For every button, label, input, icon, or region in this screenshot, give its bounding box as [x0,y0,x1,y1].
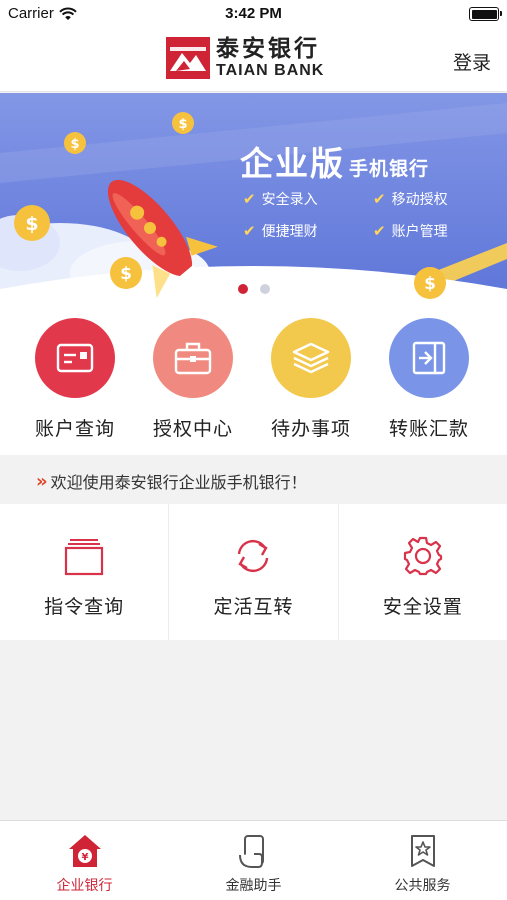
deposit-transfer-label: 定活互转 [213,596,294,618]
check-icon: ✔ [243,222,256,240]
quick-action-account-query[interactable]: 账户查询 [16,303,134,455]
tool-instruction-query[interactable]: 指令查询 [0,504,170,640]
logo-english-name: TAIAN BANK [216,62,325,79]
tab-public-services-label: 公共服务 [394,878,451,894]
tab-finance-assistant[interactable]: 金融助手 [169,821,338,900]
layers-icon [292,342,330,374]
document-stack-icon [65,539,104,576]
svg-text:$: $ [178,117,187,132]
status-bar: Carrier 3:42 PM [0,0,507,28]
authorization-circle [153,318,233,398]
feature-item: ✔ 安全录入 [243,190,318,208]
tab-public-services[interactable]: 公共服务 [338,821,507,900]
logo-mark-icon [166,37,210,79]
security-settings-label: 安全设置 [382,596,463,618]
account-query-circle [35,318,115,398]
phone-hand-icon [238,835,264,868]
welcome-text: 欢迎使用泰安银行企业版手机银行！ [50,473,307,492]
card-icon [56,343,94,373]
account-query-label: 账户查询 [34,418,115,440]
quick-action-authorization[interactable]: 授权中心 [134,303,252,455]
quick-action-transfer[interactable]: 转账汇款 [370,303,488,455]
check-icon: ✔ [373,222,386,240]
svg-text:$: $ [120,264,132,284]
promo-title-sub: 手机银行 [349,158,430,180]
transfer-label: 转账汇款 [388,418,469,440]
tab-finance-assistant-label: 金融助手 [225,878,282,894]
carousel-dot-active[interactable] [237,284,248,294]
svg-text:$: $ [25,213,38,235]
promo-title: 企业版 手机银行 [240,137,429,185]
bottom-tab-bar: ¥ 企业银行 金融助手 公共服务 [0,820,507,900]
logo-chinese-name: 泰安银行 [216,35,320,62]
app-header: 泰安银行 TAIAN BANK 登录 [0,28,507,92]
double-chevron-icon: » [36,470,48,492]
instruction-query-label: 指令查询 [44,596,125,618]
svg-text:¥: ¥ [81,852,88,863]
gear-icon [403,536,442,576]
promo-features: ✔ 安全录入 ✔ 移动授权 ✔ 便捷理财 ✔ 账户管理 [243,189,483,241]
check-icon: ✔ [373,190,386,208]
briefcase-icon [174,342,212,375]
todo-label: 待办事项 [270,418,351,440]
feature-item: ✔ 移动授权 [373,190,448,208]
carousel-dot[interactable] [259,284,270,294]
transfer-in-icon [412,341,446,375]
tool-deposit-transfer[interactable]: 定活互转 [169,504,339,640]
home-yen-icon: ¥ [68,835,101,867]
bookmark-star-icon [410,835,435,867]
check-icon: ✔ [243,190,256,208]
battery-icon [469,7,502,21]
clock: 3:42 PM [225,5,282,22]
welcome-notice: » 欢迎使用泰安银行企业版手机银行！ [0,461,507,501]
promo-banner[interactable]: $ $ $ $ $ 企业版 手机银行 ✔ 安全录入 ✔ 移动授权 ✔ 便捷理财 ✔ 账户… [0,93,507,303]
tab-corporate-banking-label: 企业银行 [56,878,113,894]
todo-circle [271,318,351,398]
transfer-circle [389,318,469,398]
tool-grid: 指令查询 定活互转 安全设置 [0,504,507,640]
feature-item: ✔ 便捷理财 [243,222,318,240]
tool-security-settings[interactable]: 安全设置 [339,504,507,640]
svg-text:$: $ [70,137,79,152]
feature-item: ✔ 账户管理 [373,222,448,240]
carousel-indicator [0,284,507,294]
login-button[interactable]: 登录 [453,48,491,75]
swap-arrows-icon [238,539,269,573]
promo-title-main: 企业版 [240,144,345,183]
authorization-label: 授权中心 [152,418,233,440]
quick-actions: 账户查询 授权中心 待办事项 转账汇款 [0,303,507,455]
bank-logo: 泰安银行 TAIAN BANK [166,37,324,79]
tab-corporate-banking[interactable]: ¥ 企业银行 [0,821,169,900]
quick-action-todo[interactable]: 待办事项 [252,303,370,455]
